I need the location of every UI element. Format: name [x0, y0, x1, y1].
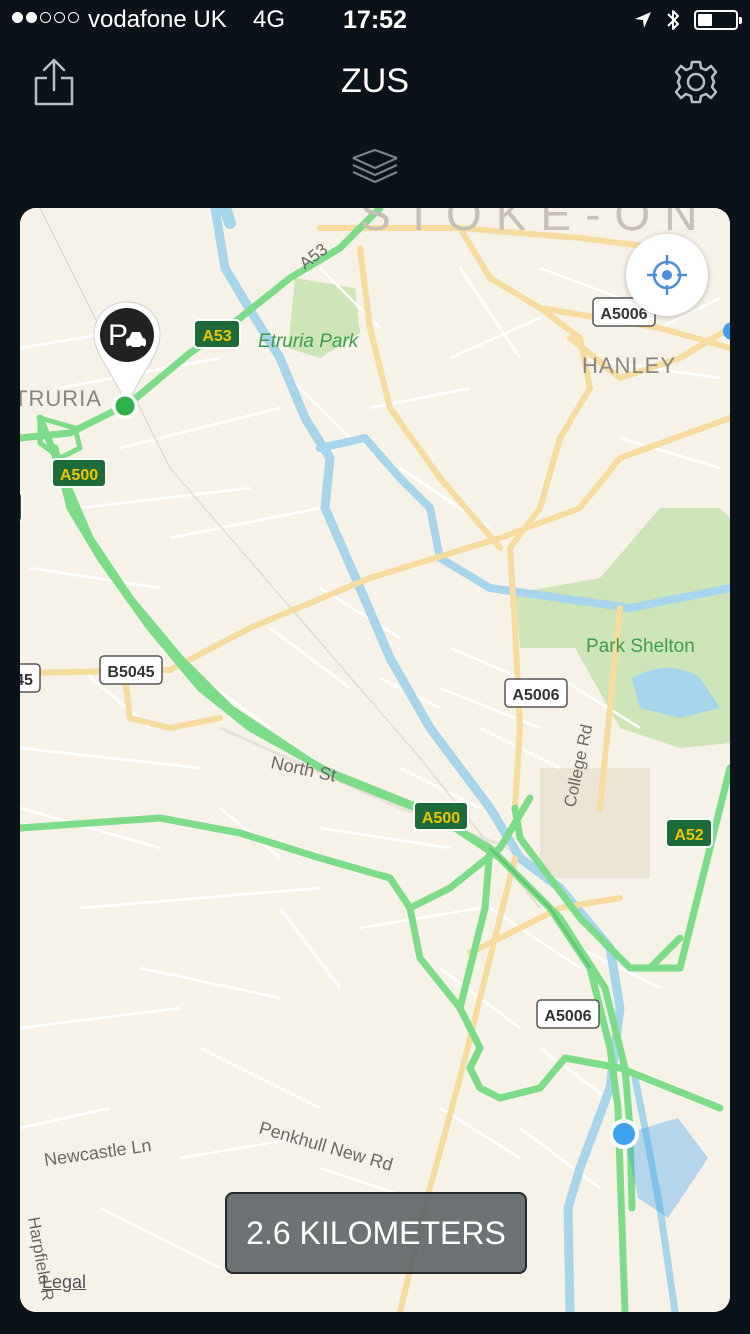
legal-link[interactable]: Legal: [42, 1272, 86, 1293]
svg-text:B5045: B5045: [107, 664, 154, 681]
map-layers-button[interactable]: [350, 148, 400, 184]
svg-text:A500: A500: [60, 467, 98, 484]
place-label-hanley: HANLEY: [582, 353, 676, 378]
shield-a500-top: A500: [51, 458, 107, 488]
location-arrow-icon: [635, 12, 651, 28]
svg-text:A500: A500: [422, 810, 460, 827]
shield-a5006-mid: A5006: [504, 678, 568, 708]
svg-text:A5006: A5006: [544, 1008, 591, 1025]
parking-pin-icon: P: [93, 301, 161, 419]
bluetooth-icon: [667, 10, 679, 30]
shield-b45: 45: [20, 663, 41, 693]
location-dot-icon: [609, 1118, 708, 1218]
svg-text:A5006: A5006: [600, 306, 647, 323]
crosshair-icon: [647, 255, 687, 295]
shield-b5045: B5045: [99, 655, 163, 685]
battery-icon: [694, 10, 742, 30]
gear-icon: [674, 60, 718, 104]
shield-a52: A52: [665, 818, 713, 848]
page-title: ZUS: [341, 62, 409, 100]
svg-text:A53: A53: [202, 328, 231, 345]
shield-a53: A53: [193, 319, 241, 349]
svg-text:P: P: [108, 319, 128, 352]
park-label-shelton: Park Shelton: [586, 636, 695, 657]
svg-text:A52: A52: [674, 827, 703, 844]
distance-indicator: 2.6 KILOMETERS: [225, 1192, 527, 1274]
user-location-marker: [608, 1118, 728, 1228]
shield-a500-mid: A500: [413, 801, 469, 831]
status-icons: [634, 8, 742, 32]
nav-bar: ZUS: [0, 42, 750, 130]
park-label-etruria: Etruria Park: [258, 331, 360, 352]
parked-car-pin[interactable]: P: [92, 300, 162, 426]
settings-button[interactable]: [670, 56, 722, 108]
locate-me-button[interactable]: [626, 234, 708, 316]
status-bar: vodafone UK 4G 17:52: [0, 0, 750, 40]
layers-icon: [352, 148, 398, 184]
svg-text:A5006: A5006: [512, 687, 559, 704]
map-view[interactable]: STOKE-ON TRURIA HANLEY Etruria Park Park…: [20, 208, 730, 1312]
place-label-etruria: TRURIA: [20, 386, 102, 411]
shield-a5006-low: A5006: [536, 999, 600, 1029]
svg-text:45: 45: [20, 672, 33, 689]
